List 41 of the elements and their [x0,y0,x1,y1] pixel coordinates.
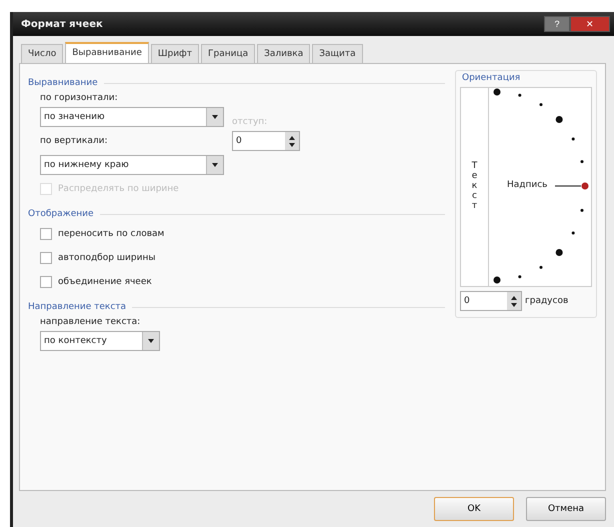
caret-icon [212,163,218,167]
checkbox[interactable] [40,276,52,288]
degrees-field[interactable]: 0 [460,291,522,311]
tab[interactable]: Число [21,44,64,63]
tab[interactable]: Граница [201,44,256,63]
field-label: по вертикали: [40,136,108,146]
field-label: по горизонтали: [40,93,119,103]
dropdown[interactable]: по значению [40,107,224,127]
ok-button[interactable]: OK [434,497,514,521]
caret-icon [148,339,154,343]
group-title: Отображение [28,209,94,219]
checkbox-label: объединение ячеек [58,277,152,287]
spin-arrows-icon [289,136,295,146]
tab[interactable]: Шрифт [150,44,199,63]
checkbox[interactable] [40,228,52,240]
tab[interactable]: Выравнивание [65,42,149,63]
spin-field[interactable]: 0 [232,131,300,151]
group-title: Выравнивание [28,78,98,88]
window-title: Формат ячеек [21,18,103,30]
cancel-button[interactable]: Отмена [526,497,606,521]
caret-icon [212,115,218,119]
dial-label: Надпись [507,180,548,190]
spin-arrows-icon [511,296,517,306]
field-label: градусов [525,296,568,306]
dropdown[interactable]: по нижнему краю [40,155,224,175]
help-button[interactable]: ? [544,16,570,32]
checkbox-label: автоподбор ширины [58,253,156,263]
checkbox-label: Распределять по ширине [58,184,179,194]
tab[interactable]: Защита [312,44,363,63]
group-title: Ориентация [462,73,522,83]
vertical-text-button[interactable]: Текст [461,162,488,212]
orientation-marker[interactable] [555,182,588,190]
field-label: направление текста: [40,317,142,327]
group-title: Направление текста [28,302,126,312]
field-label: отступ: [232,117,268,127]
checkbox[interactable] [40,252,52,264]
orientation-dial[interactable]: Надпись [488,88,591,286]
tab[interactable]: Заливка [257,44,310,63]
dropdown[interactable]: по контексту [40,331,160,351]
close-button[interactable]: ✕ [570,16,610,32]
checkbox-label: переносить по словам [58,229,164,239]
